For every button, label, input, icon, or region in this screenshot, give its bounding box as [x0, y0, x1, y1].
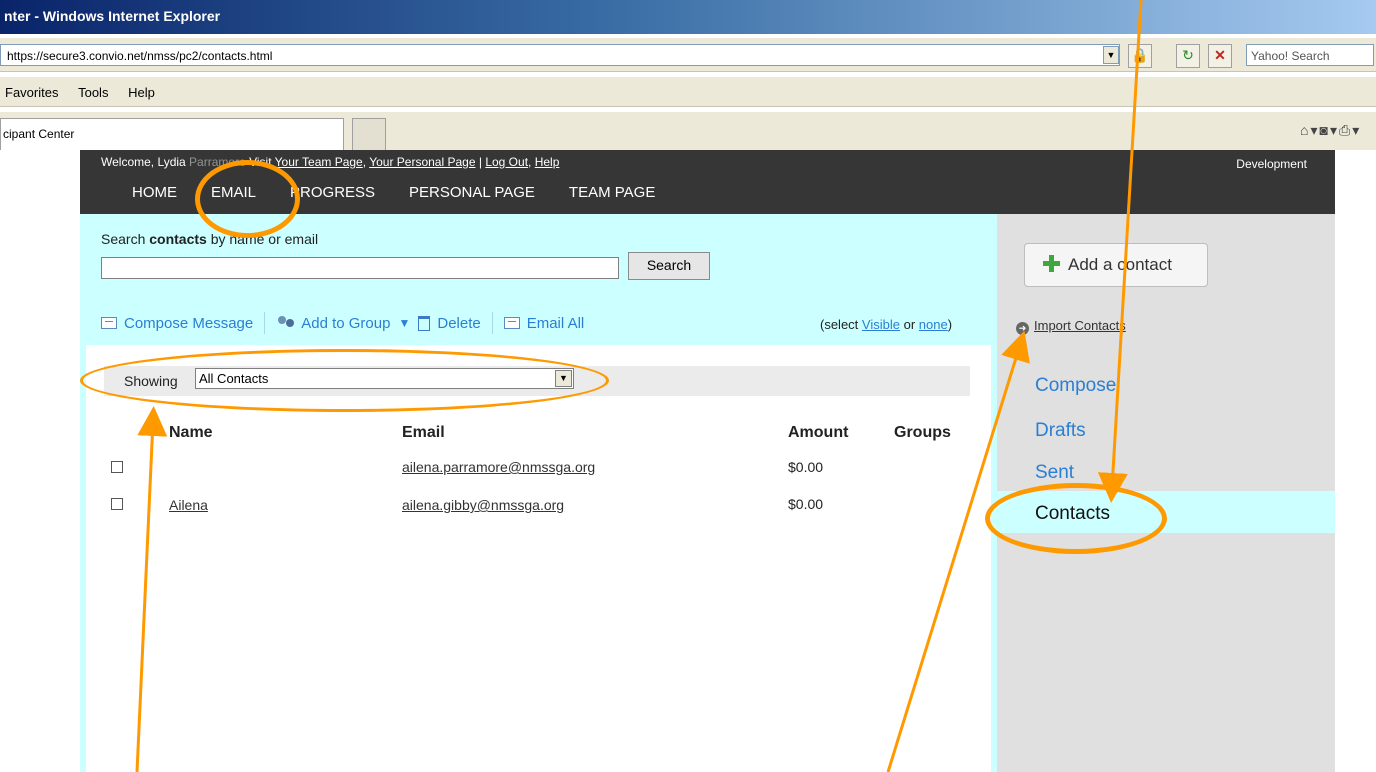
annotation-arrows — [135, 0, 1143, 772]
arrow-to-filter — [135, 406, 168, 772]
arrow-to-contacts — [1097, 0, 1143, 503]
arrow-to-import — [886, 330, 1030, 772]
